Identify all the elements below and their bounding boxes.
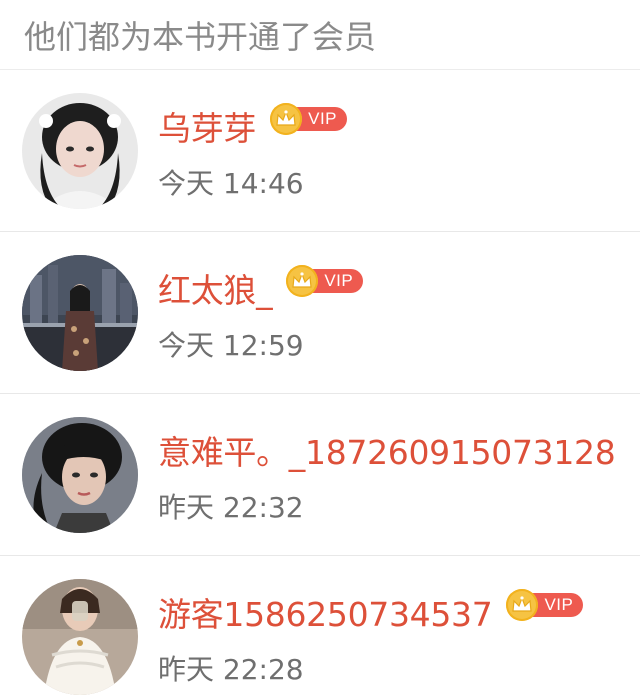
timestamp: 昨天 22:32	[158, 490, 304, 524]
timestamp: 今天 14:46	[158, 166, 304, 200]
crown-icon	[270, 102, 303, 135]
name-line: 乌芽芽 VIP	[158, 100, 348, 152]
username[interactable]: 乌芽芽	[158, 102, 256, 150]
vip-badge: VIP	[286, 264, 364, 297]
avatar[interactable]	[22, 579, 138, 695]
member-info: 游客1586250734537 VIP 昨天 22:28	[158, 586, 584, 688]
member-list: 乌芽芽 VIP 今天 14:46 红太狼_ VIP 今天 12:59 意难平。_…	[0, 70, 640, 699]
member-row[interactable]: 游客1586250734537 VIP 昨天 22:28	[0, 556, 640, 699]
member-row[interactable]: 意难平。_187260915073128 昨天 22:32	[0, 394, 640, 556]
vip-badge: VIP	[506, 589, 584, 621]
avatar[interactable]	[22, 416, 138, 533]
member-info: 红太狼_ VIP 今天 12:59	[158, 262, 364, 364]
username[interactable]: 意难平。_187260915073128	[158, 426, 616, 474]
timestamp: 今天 12:59	[158, 328, 304, 362]
member-row[interactable]: 乌芽芽 VIP 今天 14:46	[0, 70, 640, 232]
avatar[interactable]	[22, 254, 138, 371]
crown-icon	[286, 264, 319, 297]
page-title: 他们都为本书开通了会员	[24, 17, 377, 56]
page-header: 他们都为本书开通了会员	[0, 0, 640, 70]
vip-badge: VIP	[270, 102, 348, 135]
member-info: 意难平。_187260915073128 昨天 22:32	[158, 424, 616, 526]
name-line: 红太狼_ VIP	[158, 262, 364, 314]
name-line: 意难平。_187260915073128	[158, 424, 616, 476]
username[interactable]: 红太狼_	[158, 264, 273, 312]
member-row[interactable]: 红太狼_ VIP 今天 12:59	[0, 232, 640, 394]
name-line: 游客1586250734537 VIP	[158, 586, 584, 638]
avatar[interactable]	[22, 92, 138, 209]
member-info: 乌芽芽 VIP 今天 14:46	[158, 100, 348, 202]
username[interactable]: 游客1586250734537	[158, 588, 493, 636]
timestamp: 昨天 22:28	[158, 653, 304, 686]
